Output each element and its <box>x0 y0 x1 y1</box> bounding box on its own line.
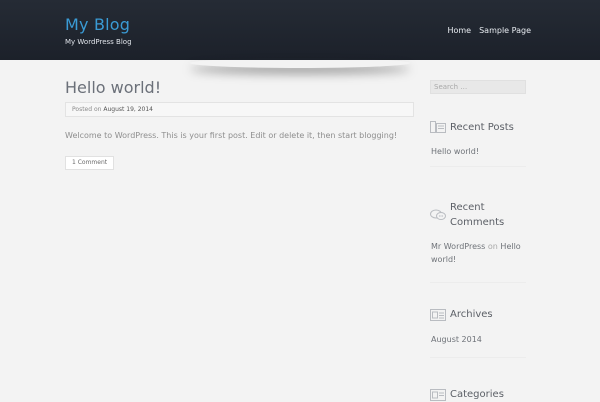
archives-title: Archives <box>450 309 493 320</box>
archive-link[interactable]: August 2014 <box>431 335 482 344</box>
nav-item-home[interactable]: Home <box>447 26 471 35</box>
archives-icon <box>430 309 446 321</box>
site-title-link[interactable]: My Blog <box>65 15 130 34</box>
comment-author-link[interactable]: Mr WordPress <box>431 242 485 251</box>
post-date-link[interactable]: August 19, 2014 <box>103 106 153 113</box>
recent-comments-title-line1: Recent <box>450 202 485 213</box>
post-title[interactable]: Hello world! <box>65 78 161 97</box>
search-input[interactable]: Search … <box>430 80 526 94</box>
posted-on-label: Posted on <box>72 106 102 113</box>
recent-post-link[interactable]: Hello world! <box>431 147 479 156</box>
divider <box>430 357 526 358</box>
post-content: Welcome to WordPress. This is your first… <box>65 131 398 140</box>
recent-comment-item: Mr WordPress on Hello world! <box>431 240 526 266</box>
primary-nav: Home Sample Page <box>447 26 531 35</box>
divider <box>430 166 526 167</box>
site-header: My Blog My WordPress Blog Home Sample Pa… <box>0 0 600 60</box>
nav-item-sample-page[interactable]: Sample Page <box>479 26 531 35</box>
recent-comments-title: Recent Comments <box>450 200 504 230</box>
recent-posts-title: Recent Posts <box>450 122 514 133</box>
header-shadow <box>190 58 410 68</box>
recent-posts-icon <box>430 121 446 133</box>
site-description: My WordPress Blog <box>65 38 132 46</box>
comments-icon <box>430 209 446 220</box>
comments-button[interactable]: 1 Comment <box>65 156 115 170</box>
categories-icon <box>430 389 446 401</box>
recent-comments-title-line2: Comments <box>450 217 505 228</box>
post-meta: Posted on August 19, 2014 <box>65 102 414 117</box>
divider <box>430 282 526 283</box>
comment-on-text: on <box>487 242 498 251</box>
